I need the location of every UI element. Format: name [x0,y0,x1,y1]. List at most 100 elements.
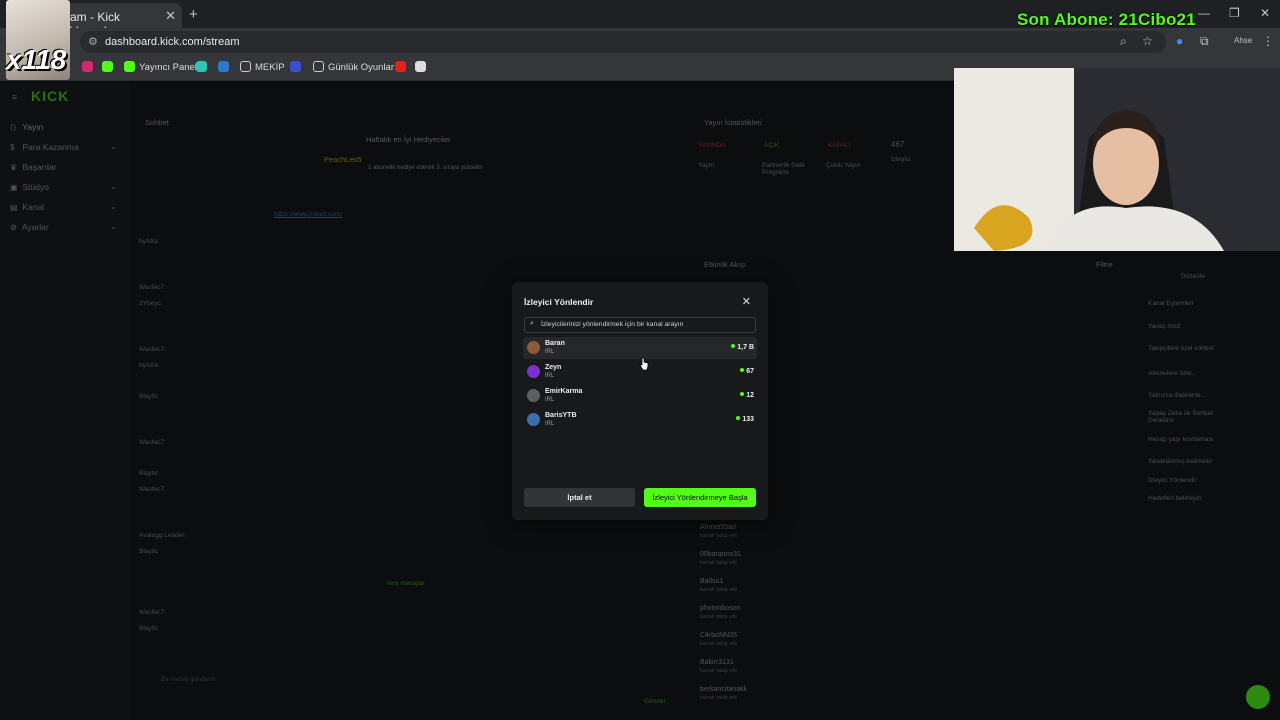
live-dot-icon [731,344,736,348]
extension-icon[interactable]: ● [1176,34,1183,48]
action-banned-words[interactable]: Yasaklanmış kelimeler [1148,458,1213,465]
activity-row: Batlsu1 kanalı takip etti [700,578,737,593]
close-icon[interactable]: ✕ [742,295,751,308]
sidebar-item-kanal[interactable]: ▤ Kanal ⌄ [10,202,117,212]
close-tab-icon[interactable]: ✕ [165,8,176,24]
multiplier-overlay: x118 [6,44,67,75]
sidebar-item-yayin[interactable]: ⟨⟩ Yayın [10,122,43,132]
channel-row-barisytb[interactable]: BarisYTB IRL 133 [523,409,757,431]
chat-message: Blaytic [139,548,159,555]
chevron-down-icon: ⌄ [110,202,117,211]
status-badge: YAYINDA [698,142,726,149]
action-subscribers-only[interactable]: Abonelere özel... [1148,370,1197,377]
new-messages-divider: Yeni mesajlar [386,580,425,587]
bookmark-folder-gunluk-oyunlar[interactable]: Günlük Oyunlar [313,61,394,73]
chat-message: Wasfec7: [139,284,166,291]
action-goals[interactable]: Hedefleri belirleyin [1148,495,1201,502]
stats-title: Yayın İstatistikleri [704,118,762,127]
top-gifter-name: PeachLes5 [324,155,362,164]
action-emotes-only[interactable]: Yalnızca ifadelerle... [1148,392,1206,399]
search-placeholder: İzleyicilerinizi yönlendirmek için bir k… [541,321,684,328]
bookmark-star-icon[interactable]: ☆ [1142,34,1153,48]
activity-row: Ahmet55ad kanalı takip etti [700,524,737,539]
youtube-icon[interactable] [395,61,410,73]
minimize-icon[interactable]: — [1198,6,1210,20]
action-account-age[interactable]: Hesap yaşı kısıtlaması [1148,436,1213,443]
cancel-button[interactable]: İptal et [524,488,635,507]
help-chat-button[interactable] [1246,685,1270,709]
action-ai-moderation[interactable]: Yapay Zeka ile Sohbet Denetimi [1148,410,1238,424]
filter-button[interactable]: Filtre [1096,260,1113,269]
live-dot-icon [740,392,745,396]
viewer-count: 1,7 B [731,344,754,351]
bookmark-yayinci-paneli[interactable]: Yayıncı Paneli [124,61,199,73]
bookmark-icon[interactable] [290,61,305,73]
sidebar-item-basarilar[interactable]: ♛ Başarılar [10,162,56,172]
close-window-icon[interactable]: ✕ [1260,6,1270,20]
pinned-link[interactable]: https://www.jrokez.com/ [274,211,342,218]
profile-avatar[interactable]: Ahse [1234,36,1252,45]
live-dot-icon [736,416,741,420]
chat-message: Wasfec7: [139,609,166,616]
browser-toolbar: ⟳ ⚙ dashboard.kick.com/stream ⌕ ☆ ● ⧉ Ah… [0,28,1280,56]
modal-title: İzleyici Yönlendir [524,297,594,307]
raid-modal: İzleyici Yönlendir ✕ ⌕ İzleyicilerinizi … [512,282,768,520]
live-dot-icon [740,368,745,372]
bookmark-folder-mekip[interactable]: MEKİP [240,61,285,73]
kick-icon[interactable] [102,61,117,73]
chat-message: Wasfec7: [139,439,166,446]
activity-row: berkancitanakk kanalı takip etti [700,686,748,701]
top-gifters-title: Haftalık en İyi Hediyeciler [366,135,451,144]
chevron-down-icon: ⌄ [110,222,117,231]
viewer-count: 467 [891,140,905,149]
channel-row-emirkarma[interactable]: EmirKarma IRL 12 [523,385,757,407]
edit-button[interactable]: Düzenle [1181,273,1205,280]
chat-message: 2Ybeyc: [139,300,163,307]
site-info-icon[interactable]: ⚙ [88,35,98,48]
instagram-icon[interactable] [82,61,97,73]
chevron-down-icon: ⌄ [110,142,117,151]
extensions-puzzle-icon[interactable]: ⧉ [1200,34,1209,49]
chat-message: Blaytic [139,470,159,477]
channel-row-baran[interactable]: Baran IRL 1,7 B [523,337,757,359]
bookmark-icon[interactable] [218,61,233,73]
hamburger-icon[interactable]: ≡ [12,92,17,102]
new-tab-icon[interactable]: + [189,6,198,23]
kick-logo: KICK [31,88,70,104]
webcam-image [954,68,1280,251]
chat-message: Wasfec7: [139,346,166,353]
sidebar-item-ayarlar[interactable]: ⚙ Ayarlar ⌄ [10,222,117,232]
start-raid-button[interactable]: İzleyici Yönlendirmeye Başla [644,488,756,507]
sidebar-item-para-kazanma[interactable]: $ Para Kazanma ⌄ [10,142,117,152]
maximize-icon[interactable]: ❐ [1229,6,1240,20]
activity-row: C4rboNN35 kanalı takip etti [700,632,737,647]
activity-title: Etkinlik Akışı [704,260,747,269]
last-subscriber-overlay: Son Abone: 21Cibo21 [1017,10,1196,29]
channel-search-input[interactable]: ⌕ İzleyicilerinizi yönlendirmek için bir… [524,317,756,333]
webcam-overlay-main [954,68,1280,251]
chat-message: byAtra: [139,362,160,369]
send-button[interactable]: Gönder [644,698,666,705]
zoom-icon[interactable]: ⌕ [1120,34,1127,49]
action-followers-only[interactable]: Takipçilere özel sohbet [1148,345,1214,352]
viewer-count: 12 [740,392,754,399]
channel-actions-title: Kanal Eylemleri [1148,300,1194,307]
chat-title: Sohbet [145,118,169,127]
gift-hint: 1 abonelik hediye ederek 3. sıraya yükse… [368,165,483,171]
viewer-count: 67 [740,368,754,375]
avatar [527,341,540,354]
chat-input[interactable]: Bir mesaj gönderin [161,676,215,683]
search-icon: ⌕ [530,320,534,327]
activity-row: 00baranns31 kanalı takip etti [700,551,741,566]
sidebar-item-studyo[interactable]: ▣ Stüdyo ⌄ [10,182,117,192]
bookmark-icon[interactable] [196,61,211,73]
hand-cursor-icon [639,357,649,371]
address-bar[interactable]: ⚙ dashboard.kick.com/stream ⌕ ☆ [80,31,1166,53]
url-text: dashboard.kick.com/stream [105,36,240,48]
bookmark-icon[interactable] [415,61,430,73]
avatar [527,365,540,378]
menu-dots-icon[interactable]: ⋮ [1262,34,1274,48]
action-slow-mode[interactable]: Yavaş mod [1148,323,1180,330]
chat-message: Blaytic [139,625,159,632]
action-raid[interactable]: İzleyici Yönlendir [1148,477,1197,484]
